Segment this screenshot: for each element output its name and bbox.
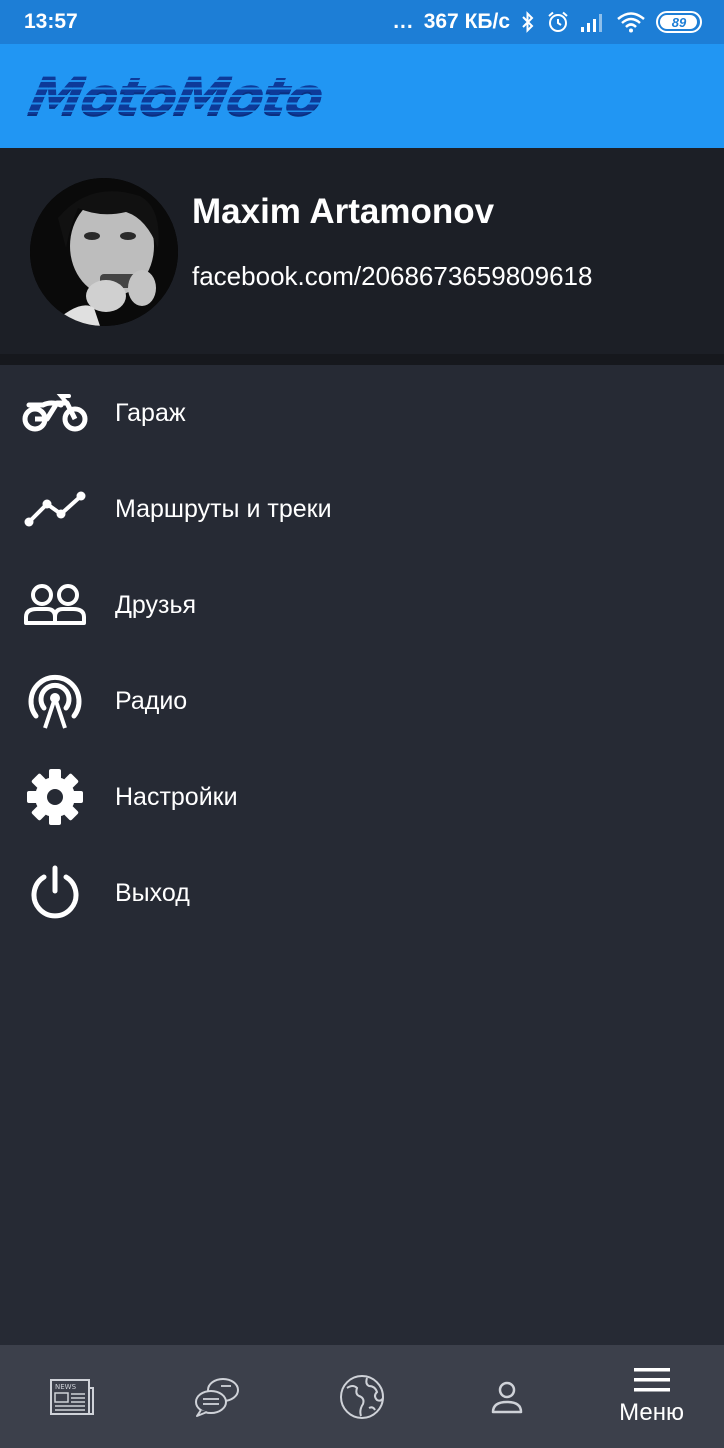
motorcycle-icon	[20, 381, 90, 445]
avatar[interactable]	[30, 178, 178, 326]
nav-chat[interactable]	[145, 1345, 290, 1448]
nav-menu-label: Меню	[619, 1398, 685, 1426]
network-speed: 367 КБ/с	[423, 10, 510, 33]
signal-icon	[581, 14, 602, 32]
menu-item-garage[interactable]: Гараж	[0, 365, 724, 461]
radio-tower-icon	[20, 669, 90, 733]
app-bar: MotoMoto	[0, 44, 724, 148]
friends-icon	[20, 573, 90, 637]
status-dots: ...	[393, 10, 414, 33]
profile-header[interactable]: Maxim Artamonov facebook.com/20686736598…	[0, 148, 724, 354]
avatar-photo	[30, 178, 178, 326]
profile-icon	[491, 1381, 523, 1413]
nav-menu[interactable]: Меню	[579, 1345, 724, 1448]
motomoto-logo: MotoMoto	[23, 66, 328, 126]
menu-item-logout[interactable]: Выход	[0, 845, 724, 941]
menu-label-routes: Маршруты и треки	[115, 494, 332, 523]
battery-indicator: 89	[656, 11, 702, 33]
gear-icon	[20, 765, 90, 829]
wifi-icon	[617, 12, 645, 33]
nav-map[interactable]	[290, 1345, 435, 1448]
hamburger-menu-icon	[633, 1367, 670, 1391]
menu-label-radio: Радио	[115, 686, 188, 715]
news-icon: NEWS	[50, 1378, 95, 1415]
svg-text:NEWS: NEWS	[55, 1383, 77, 1391]
profile-name: Maxim Artamonov	[192, 192, 495, 231]
menu-label-garage: Гараж	[115, 398, 186, 427]
menu-item-radio[interactable]: Радио	[0, 653, 724, 749]
bottom-nav: NEWS Меню	[0, 1345, 724, 1448]
profile-link[interactable]: facebook.com/2068673659809618	[192, 261, 592, 292]
alarm-icon	[548, 11, 568, 32]
route-chart-icon	[20, 477, 90, 541]
menu-label-logout: Выход	[115, 878, 190, 907]
menu-item-routes[interactable]: Маршруты и треки	[0, 461, 724, 557]
status-time: 13:57	[24, 10, 78, 33]
menu-label-friends: Друзья	[115, 590, 197, 619]
globe-icon	[339, 1374, 384, 1419]
chat-icon	[195, 1377, 240, 1417]
nav-profile[interactable]	[434, 1345, 579, 1448]
menu-label-settings: Настройки	[115, 782, 238, 811]
menu-item-friends[interactable]: Друзья	[0, 557, 724, 653]
menu-item-settings[interactable]: Настройки	[0, 749, 724, 845]
drawer-menu: Гараж Маршруты и треки Друзья Радио Наст…	[0, 365, 724, 941]
status-icons: ... 367 КБ/с 89	[393, 10, 702, 34]
logo-text: MotoMoto	[23, 66, 328, 126]
power-icon	[20, 861, 90, 925]
bluetooth-icon	[522, 11, 534, 33]
divider	[0, 354, 724, 365]
status-bar: 13:57 ... 367 КБ/с 89	[0, 0, 724, 44]
nav-news[interactable]: NEWS	[0, 1345, 145, 1448]
battery-level: 89	[671, 14, 687, 30]
